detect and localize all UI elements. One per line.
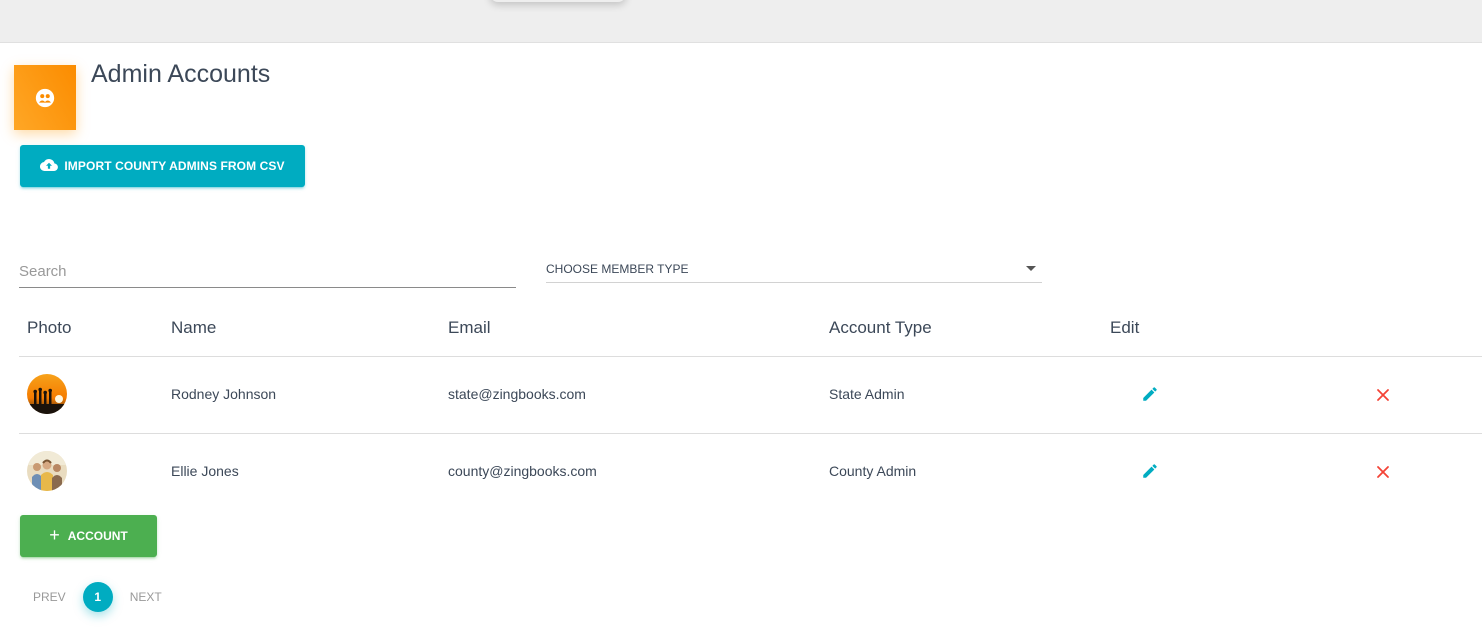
header-edit: Edit [1110,318,1140,337]
header-photo: Photo [27,318,72,337]
admin-accounts-card: Admin Accounts IMPORT COUNTY ADMINS FROM… [0,42,1482,629]
search-field [19,256,516,288]
row-account-type: County Admin [829,463,917,479]
avatar [27,451,67,491]
close-icon[interactable] [1376,465,1390,479]
avatar [27,374,67,414]
pencil-icon[interactable] [1141,462,1159,480]
header-name: Name [171,318,217,337]
plus-icon: + [49,525,60,545]
member-type-select[interactable]: CHOOSE MEMBER TYPE [546,255,1042,283]
import-button-label: IMPORT COUNTY ADMINS FROM CSV [64,159,285,173]
top-bar-tab-shadow [490,0,626,2]
close-icon[interactable] [1376,388,1390,402]
import-county-admins-button[interactable]: IMPORT COUNTY ADMINS FROM CSV [20,145,305,187]
caret-down-icon [1026,266,1036,271]
search-input[interactable] [19,256,516,286]
cloud-upload-icon [40,158,59,175]
row-email: county@zingbooks.com [448,463,597,479]
add-account-button[interactable]: + ACCOUNT [20,515,157,557]
row-account-type: State Admin [829,386,905,402]
pagination: PREV 1 NEXT [33,582,162,612]
table-divider [19,356,1482,357]
pencil-icon[interactable] [1141,385,1159,403]
table-divider [19,433,1482,434]
prev-page-button[interactable]: PREV [33,590,66,604]
row-name: Rodney Johnson [171,386,277,402]
row-email: state@zingbooks.com [448,386,586,402]
supervisor-account-icon [14,65,76,130]
top-bar [0,0,1482,42]
header-email: Email [448,318,491,337]
page-title: Admin Accounts [91,60,271,88]
row-name: Ellie Jones [171,463,239,479]
header-account-type: Account Type [829,318,932,337]
member-type-label: CHOOSE MEMBER TYPE [546,261,689,276]
add-account-label: ACCOUNT [67,529,128,543]
page-1-button[interactable]: 1 [82,582,113,612]
next-page-button[interactable]: NEXT [130,590,162,604]
